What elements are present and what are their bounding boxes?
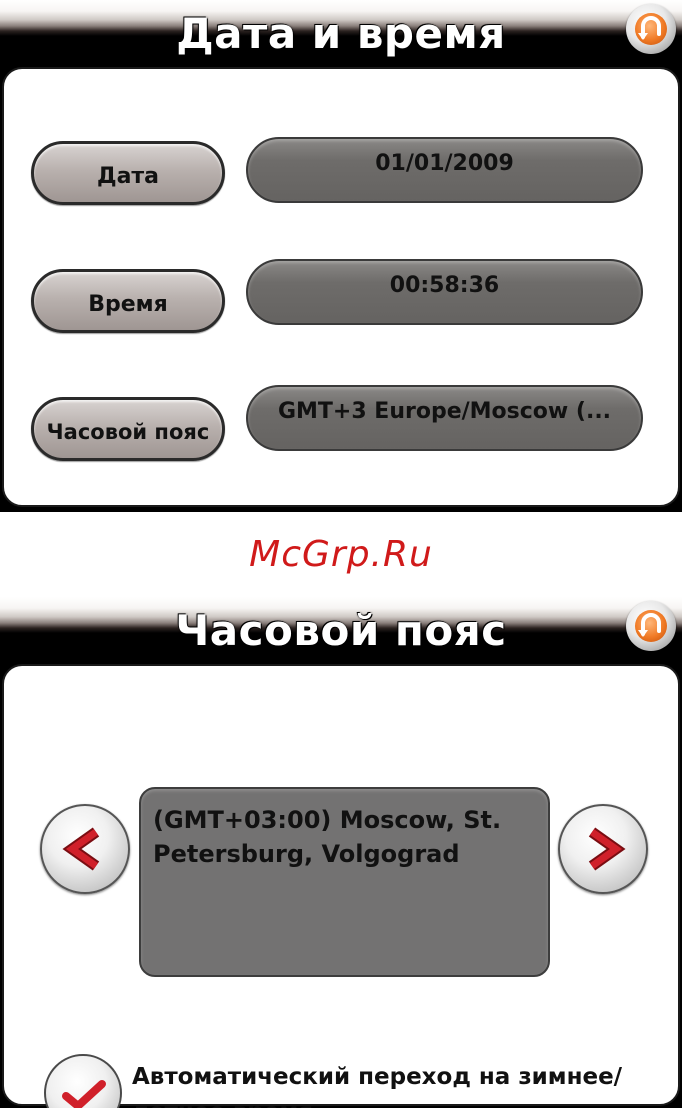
dst-checkbox-label: Автоматический переход на зимнее/ летнее… xyxy=(132,1064,623,1108)
timezone-button-label: Часовой пояс xyxy=(46,420,210,444)
timezone-value: GMT+3 Europe/Moscow (... xyxy=(277,399,612,424)
time-button-label: Время xyxy=(88,291,168,317)
chevron-left-icon xyxy=(62,827,100,871)
settings-panel: Дата 01/01/2009 Время 00:58:36 Часовой п… xyxy=(2,67,680,507)
back-button[interactable] xyxy=(626,601,676,651)
timezone-screen: Часовой пояс (GMT+03:00) Moscow, St. Pet… xyxy=(0,597,682,1108)
dst-checkbox[interactable] xyxy=(44,1054,122,1108)
timezone-display: (GMT+03:00) Moscow, St. Petersburg, Volg… xyxy=(139,787,550,977)
date-value: 01/01/2009 xyxy=(375,151,514,176)
chevron-right-icon xyxy=(588,827,626,871)
watermark: McGrp.Ru xyxy=(249,534,433,575)
timezone-value-field[interactable]: GMT+3 Europe/Moscow (... xyxy=(246,385,643,451)
date-button[interactable]: Дата xyxy=(31,141,225,205)
timezone-panel: (GMT+03:00) Moscow, St. Petersburg, Volg… xyxy=(2,664,680,1108)
date-time-screen: Дата и время Дата 01/01/2009 Время 00:58… xyxy=(0,0,682,512)
page-title: Дата и время xyxy=(176,9,506,58)
page-title: Часовой пояс xyxy=(175,606,507,655)
title-bar: Дата и время xyxy=(0,0,682,62)
timezone-button[interactable]: Часовой пояс xyxy=(31,397,225,461)
back-button[interactable] xyxy=(626,4,676,54)
previous-timezone-button[interactable] xyxy=(40,804,130,894)
next-timezone-button[interactable] xyxy=(558,804,648,894)
time-value-field[interactable]: 00:58:36 xyxy=(246,259,643,325)
time-button[interactable]: Время xyxy=(31,269,225,333)
timezone-text: (GMT+03:00) Moscow, St. Petersburg, Volg… xyxy=(153,806,502,868)
time-value: 00:58:36 xyxy=(389,273,500,298)
checkmark-icon xyxy=(62,1080,106,1108)
title-bar: Часовой пояс xyxy=(0,597,682,659)
date-button-label: Дата xyxy=(96,163,160,189)
date-value-field[interactable]: 01/01/2009 xyxy=(246,137,643,203)
